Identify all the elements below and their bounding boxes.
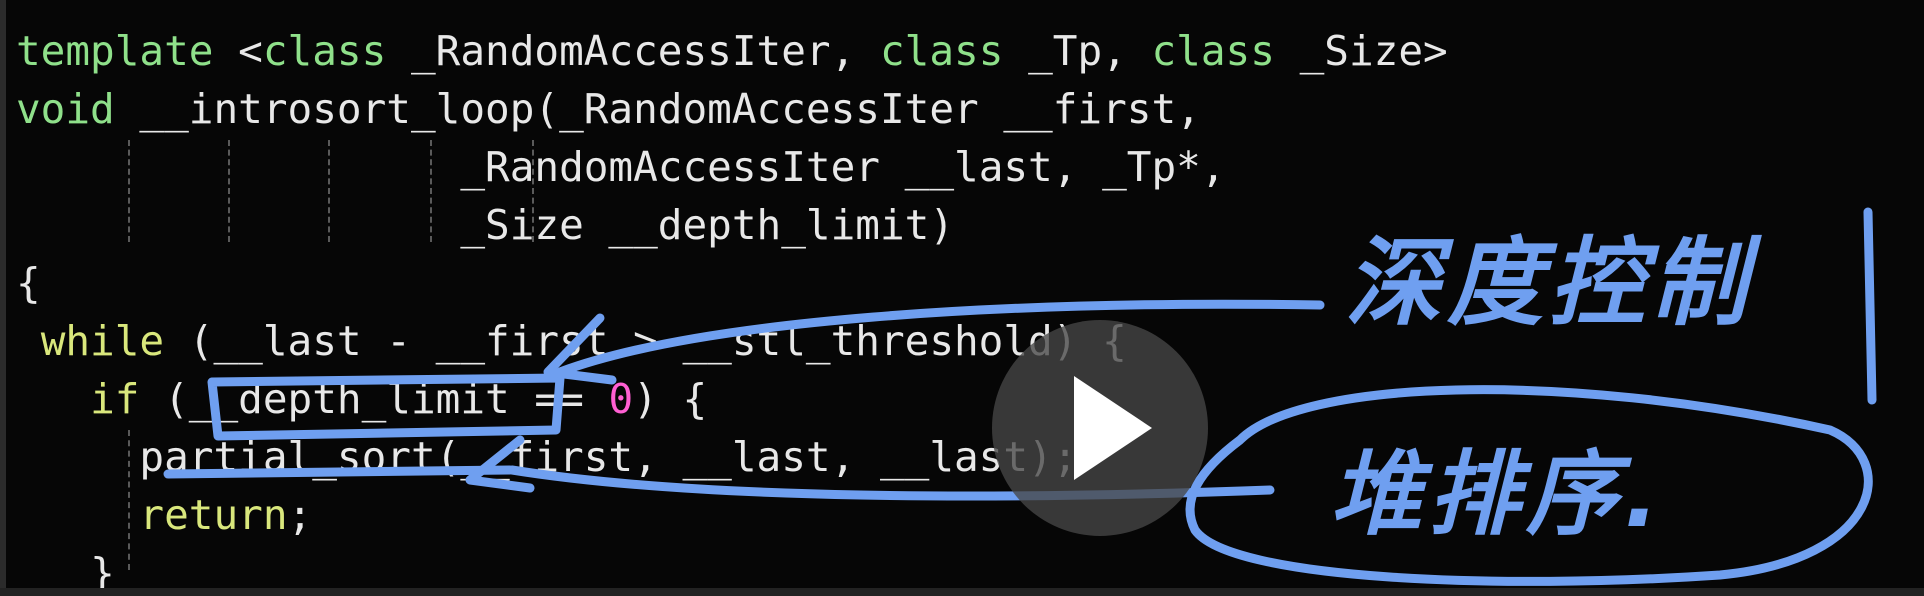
code-line: _Size __depth_limit) bbox=[16, 196, 1448, 254]
play-button[interactable] bbox=[992, 320, 1208, 536]
editor-gutter bbox=[0, 0, 6, 596]
code-line: partial_sort(__first, __last, __last); bbox=[16, 428, 1448, 486]
video-progress-bar[interactable] bbox=[0, 588, 1924, 596]
code-line: if (__depth_limit == 0) { bbox=[16, 370, 1448, 428]
code-editor: template <class _RandomAccessIter, class… bbox=[16, 22, 1448, 596]
code-token: < bbox=[213, 27, 263, 75]
annotation-depth-control: 深度控制 bbox=[1345, 227, 1753, 339]
code-token: (__depth_limit == bbox=[139, 375, 609, 423]
code-token: _Size> bbox=[1274, 27, 1448, 75]
code-token: __introsort_loop(_RandomAccessIter __fir… bbox=[114, 85, 1201, 133]
code-token: if bbox=[90, 375, 140, 423]
play-icon bbox=[1074, 376, 1152, 480]
code-token: (__last - __first > __stl_threshold) { bbox=[164, 317, 1127, 365]
code-line: { bbox=[16, 254, 1448, 312]
code-token: _RandomAccessIter, bbox=[386, 27, 880, 75]
code-token: template bbox=[16, 27, 214, 75]
code-line: return; bbox=[16, 486, 1448, 544]
code-token: ) { bbox=[633, 375, 708, 423]
code-line: _RandomAccessIter __last, _Tp*, bbox=[16, 138, 1448, 196]
code-token: _Tp, bbox=[1003, 27, 1152, 75]
code-token: _RandomAccessIter __last, _Tp*, bbox=[460, 143, 1226, 191]
code-line: void __introsort_loop(_RandomAccessIter … bbox=[16, 80, 1448, 138]
code-token: class bbox=[879, 27, 1004, 75]
code-token: class bbox=[1151, 27, 1275, 75]
code-token: { bbox=[16, 259, 41, 307]
code-token: partial_sort(__first, __last, __last); bbox=[139, 433, 1078, 481]
code-token: void bbox=[16, 85, 115, 133]
code-token: _Size __depth_limit) bbox=[460, 201, 955, 249]
ink-vertical-bar bbox=[1863, 207, 1877, 405]
code-token: ; bbox=[287, 491, 313, 539]
code-line: while (__last - __first > __stl_threshol… bbox=[16, 312, 1448, 370]
code-token: 0 bbox=[608, 375, 634, 423]
code-token: return bbox=[139, 491, 288, 539]
code-line: template <class _RandomAccessIter, class… bbox=[16, 22, 1448, 80]
code-token: class bbox=[262, 27, 387, 75]
video-frame[interactable]: template <class _RandomAccessIter, class… bbox=[0, 0, 1924, 596]
code-token: while bbox=[40, 317, 165, 365]
annotation-heap-sort: 堆排序. bbox=[1330, 441, 1665, 548]
